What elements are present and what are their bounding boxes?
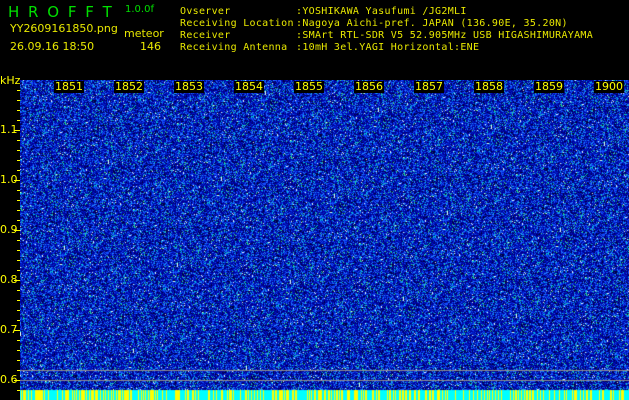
y-minor-tick <box>17 350 20 351</box>
y-unit: kHz <box>0 74 21 87</box>
y-minor-tick <box>17 160 20 161</box>
y-minor-tick <box>17 370 20 371</box>
y-minor-tick <box>17 270 20 271</box>
y-tick <box>14 280 20 281</box>
y-minor-tick <box>17 170 20 171</box>
detector-label: meteor <box>124 27 164 40</box>
y-minor-tick <box>17 220 20 221</box>
y-minor-tick <box>17 340 20 341</box>
y-minor-tick <box>17 260 20 261</box>
y-tick <box>14 180 20 181</box>
version: 1.0.0f <box>125 4 154 15</box>
time-label: 1900 <box>594 80 624 93</box>
y-tick <box>14 380 20 381</box>
y-tick <box>14 130 20 131</box>
info-value: :YOSHIKAWA Yasufumi /JG2MLI <box>296 6 467 17</box>
time-label: 1858 <box>474 80 504 93</box>
y-tick <box>14 230 20 231</box>
y-minor-tick <box>17 200 20 201</box>
app-title: H R O F F T <box>8 3 114 21</box>
time-label: 1859 <box>534 80 564 93</box>
y-minor-tick <box>17 290 20 291</box>
y-minor-tick <box>17 140 20 141</box>
y-minor-tick <box>17 120 20 121</box>
info-value: :SMArt RTL-SDR V5 52.905MHz USB HIGASHIM… <box>296 30 594 41</box>
y-minor-tick <box>17 240 20 241</box>
info-value: :Nagoya Aichi-pref. JAPAN (136.90E, 35.2… <box>296 18 568 29</box>
time-label: 1855 <box>294 80 324 93</box>
y-minor-tick <box>17 320 20 321</box>
time-label: 1853 <box>174 80 204 93</box>
info-value: :10mH 3el.YAGI Horizontal:ENE <box>296 42 480 53</box>
time-label: 1857 <box>414 80 444 93</box>
spectrogram-waterfall <box>20 80 629 400</box>
y-minor-tick <box>17 250 20 251</box>
y-minor-tick <box>17 310 20 311</box>
y-minor-tick <box>17 210 20 211</box>
time-label: 1854 <box>234 80 264 93</box>
info-label: Receiving Antenna <box>180 42 288 53</box>
y-minor-tick <box>17 360 20 361</box>
time-label: 1856 <box>354 80 384 93</box>
datetime: 26.09.16 18:50 <box>10 40 95 53</box>
y-minor-tick <box>17 390 20 391</box>
y-tick <box>14 330 20 331</box>
info-label: Ovserver <box>180 6 231 17</box>
info-label: Receiver <box>180 30 231 41</box>
count: 146 <box>140 40 161 53</box>
y-minor-tick <box>17 90 20 91</box>
y-minor-tick <box>17 190 20 191</box>
y-minor-tick <box>17 300 20 301</box>
y-minor-tick <box>17 110 20 111</box>
y-minor-tick <box>17 150 20 151</box>
y-minor-tick <box>17 100 20 101</box>
time-label: 1851 <box>54 80 84 93</box>
info-label: Receiving Location <box>180 18 294 29</box>
filename: YY2609161850.png <box>10 22 118 35</box>
time-label: 1852 <box>114 80 144 93</box>
